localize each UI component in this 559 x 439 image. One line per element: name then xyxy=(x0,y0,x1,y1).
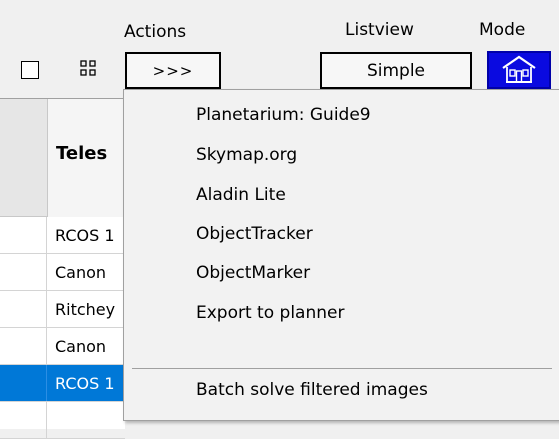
telescope-cell: RCOS 1 xyxy=(55,226,115,245)
row-selector[interactable] xyxy=(0,365,47,401)
listview-label: Listview xyxy=(345,20,414,40)
table-row-selected[interactable]: RCOS 1 xyxy=(0,365,125,402)
menu-item-planetarium[interactable]: Planetarium: Guide9 xyxy=(196,105,371,125)
checkbox-icon[interactable] xyxy=(21,61,39,79)
house-icon xyxy=(502,55,536,83)
menu-separator xyxy=(132,368,552,369)
menu-item-object-tracker[interactable]: ObjectTracker xyxy=(196,224,313,244)
menu-item-batch-solve[interactable]: Batch solve filtered images xyxy=(196,380,428,400)
telescope-table: Teles RCOS 1 Canon Ritchey Canon RCOS 1 xyxy=(0,98,125,439)
row-selector[interactable] xyxy=(0,254,47,290)
menu-item-export-planner[interactable]: Export to planner xyxy=(196,303,344,323)
table-row[interactable]: Ritchey xyxy=(0,291,125,328)
telescope-cell: RCOS 1 xyxy=(55,374,115,393)
mode-button[interactable] xyxy=(487,51,551,89)
row-selector[interactable] xyxy=(0,217,47,253)
column-header-label: Teles xyxy=(56,143,108,164)
menu-item-aladin-lite[interactable]: Aladin Lite xyxy=(196,185,286,205)
row-selector[interactable] xyxy=(0,291,47,327)
grid-icon[interactable] xyxy=(80,60,96,76)
actions-label: Actions xyxy=(124,22,187,42)
table-header: Teles xyxy=(0,99,125,217)
listview-select[interactable]: Simple xyxy=(320,52,472,89)
menu-item-object-marker[interactable]: ObjectMarker xyxy=(196,263,310,283)
actions-menu: Planetarium: Guide9 Skymap.org Aladin Li… xyxy=(123,89,559,421)
telescope-cell: Canon xyxy=(55,337,107,356)
telescope-cell: Ritchey xyxy=(55,300,116,319)
row-selector[interactable] xyxy=(0,328,47,364)
menu-item-skymap[interactable]: Skymap.org xyxy=(196,145,297,165)
row-selector[interactable] xyxy=(0,402,47,438)
table-row[interactable]: RCOS 1 xyxy=(0,217,125,254)
telescope-cell: Canon xyxy=(55,263,107,282)
table-row[interactable]: Canon xyxy=(0,328,125,365)
mode-label: Mode xyxy=(479,20,526,40)
actions-button[interactable]: >>> xyxy=(125,52,221,89)
table-row[interactable]: Canon xyxy=(0,254,125,291)
